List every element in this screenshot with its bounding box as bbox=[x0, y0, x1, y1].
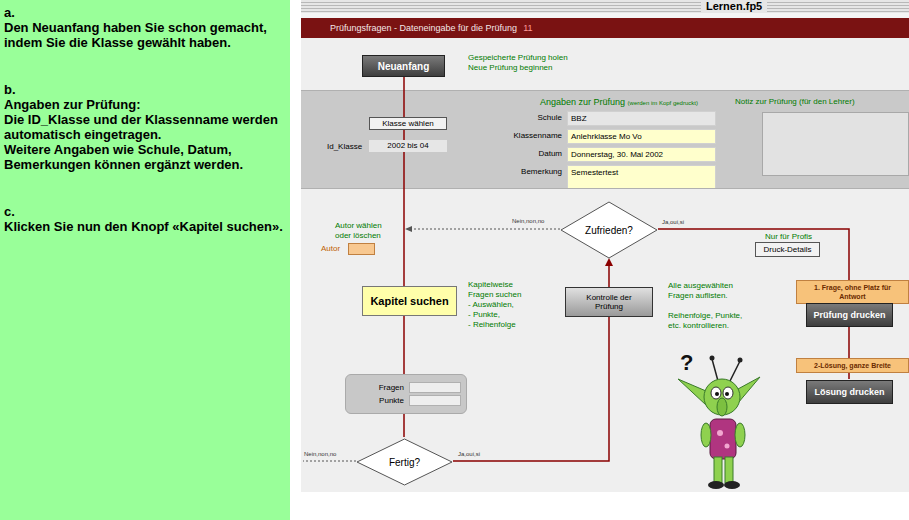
field-input[interactable]: Donnerstag, 30. Mai 2002 bbox=[567, 147, 716, 162]
neuanfang-button[interactable]: Neuanfang bbox=[362, 55, 445, 77]
field-row: Datum Donnerstag, 30. Mai 2002 bbox=[471, 147, 716, 162]
step-text: Angaben zur Prüfung: bbox=[4, 97, 286, 112]
notiz-title: Notiz zur Prüfung (für den Lehrer) bbox=[735, 97, 855, 106]
fertig-yes-label: Ja,oui,si bbox=[458, 451, 480, 457]
profis-hint: Nur für Profis bbox=[765, 232, 812, 242]
counter-row: Fragen bbox=[346, 382, 466, 393]
autor-label: Autor bbox=[321, 244, 340, 253]
field-input[interactable]: BBZ bbox=[567, 111, 716, 126]
step-label: c. bbox=[4, 204, 286, 219]
field-label: Bemerkung bbox=[471, 165, 562, 178]
counter-label: Fragen bbox=[346, 383, 409, 392]
angaben-fields: Schule BBZ Klassenname Anlehrklasse Mo Vo Da… bbox=[471, 111, 716, 189]
zufrieden-decision: Zufrieden? bbox=[560, 201, 658, 259]
title-bar: Lernen.fp5 bbox=[301, 0, 909, 13]
klasse-button[interactable]: Klasse wählen bbox=[369, 117, 447, 130]
counter-row: Punkte bbox=[346, 395, 466, 406]
zufrieden-no-label: Nein,non,no bbox=[512, 218, 544, 224]
counter-label: Punkte bbox=[346, 396, 409, 405]
decision-label: Fertig? bbox=[356, 438, 453, 486]
flow-section: Zufrieden? Nein,non,no Ja,oui,si Fertig? Nei… bbox=[301, 188, 909, 492]
instruction-step: b.Angaben zur Prüfung:Die ID_Klasse und … bbox=[4, 82, 286, 172]
step-text: Die ID_Klasse und der Klassenname werden… bbox=[4, 112, 286, 142]
window-title: Lernen.fp5 bbox=[701, 0, 767, 13]
id-label: Id_Klasse bbox=[327, 142, 362, 151]
counter-field bbox=[409, 395, 461, 406]
angaben-title: Angaben zur Prüfung (werden im Kopf gedr… bbox=[540, 97, 698, 107]
header-title: Prüfungsfragen - Dateneingabe für die Pr… bbox=[330, 23, 517, 33]
druck-details-button[interactable]: Druck-Details bbox=[755, 242, 820, 257]
thought-mark: ? bbox=[680, 351, 693, 375]
kontrolle-notes: Alle ausgewähltenFragen auflisten.Reihen… bbox=[668, 281, 742, 331]
field-row: Klassenname Anlehrklasse Mo Vo bbox=[471, 129, 716, 144]
start-section: Neuanfang Gespeicherte Prüfung holenNeue … bbox=[301, 38, 909, 90]
instructions-panel: a.Den Neuanfang haben Sie schon gemacht,… bbox=[0, 0, 290, 520]
kontrolle-button[interactable]: Kontrolle der Prüfung bbox=[565, 287, 653, 317]
print-option[interactable]: 2-Lösung, ganze Breite bbox=[796, 358, 909, 373]
print-button[interactable]: Prüfung drucken bbox=[806, 303, 893, 327]
id-field[interactable]: 2002 bis 04 bbox=[369, 140, 447, 152]
field-input[interactable]: Semestertest bbox=[567, 165, 716, 189]
app-window: Lernen.fp5 Prüfungsfragen - Dateneingabe … bbox=[301, 0, 909, 520]
field-label: Datum bbox=[471, 147, 562, 160]
exam-info-section: Klasse wählen Id_Klasse 2002 bis 04 Angaben… bbox=[301, 90, 909, 188]
field-label: Schule bbox=[471, 111, 562, 124]
counters-box: Fragen Punkte bbox=[345, 374, 467, 414]
step-text: Den Neuanfang haben Sie schon gemacht, i… bbox=[4, 20, 286, 50]
zufrieden-yes-label: Ja,oui,si bbox=[662, 219, 684, 225]
kapitel-notes: KapitelweiseFragen suchen- Auswählen,- P… bbox=[468, 280, 521, 330]
step-text: Klicken Sie nun den Knopf «Kapitel suche… bbox=[4, 219, 286, 234]
fertig-decision: Fertig? bbox=[356, 438, 453, 486]
page: a.Den Neuanfang haben Sie schon gemacht,… bbox=[0, 0, 909, 520]
print-button[interactable]: Lösung drucken bbox=[806, 380, 893, 404]
kapitel-suchen-button[interactable]: Kapitel suchen bbox=[362, 286, 457, 316]
step-label: a. bbox=[4, 5, 286, 20]
flow-lines bbox=[301, 0, 909, 520]
step-text: Weitere Angaben wie Schule, Datum, Bemer… bbox=[4, 142, 286, 172]
field-input[interactable]: Anlehrklasse Mo Vo bbox=[567, 129, 716, 144]
mascot: ? bbox=[670, 351, 762, 491]
fertig-no-label: Nein,non,no bbox=[304, 451, 336, 457]
print-option[interactable]: 1. Frage, ohne Platz für Antwort bbox=[796, 280, 909, 304]
autor-hint: Autor wählen oder löschen bbox=[335, 221, 397, 241]
field-label: Klassenname bbox=[471, 129, 562, 142]
neuanfang-notes: Gespeicherte Prüfung holenNeue Prüfung b… bbox=[468, 53, 568, 73]
autor-field[interactable] bbox=[348, 243, 375, 255]
header-bar: Prüfungsfragen - Dateneingabe für die Pr… bbox=[301, 18, 909, 38]
header-number: 11 bbox=[523, 23, 532, 33]
step-label: b. bbox=[4, 82, 286, 97]
counter-field bbox=[409, 382, 461, 393]
field-row: Schule BBZ bbox=[471, 111, 716, 126]
field-row: Bemerkung Semestertest bbox=[471, 165, 716, 189]
notiz-field[interactable] bbox=[762, 112, 909, 176]
instruction-step: c.Klicken Sie nun den Knopf «Kapitel suc… bbox=[4, 204, 286, 234]
decision-label: Zufrieden? bbox=[560, 201, 658, 259]
instruction-step: a.Den Neuanfang haben Sie schon gemacht,… bbox=[4, 5, 286, 50]
